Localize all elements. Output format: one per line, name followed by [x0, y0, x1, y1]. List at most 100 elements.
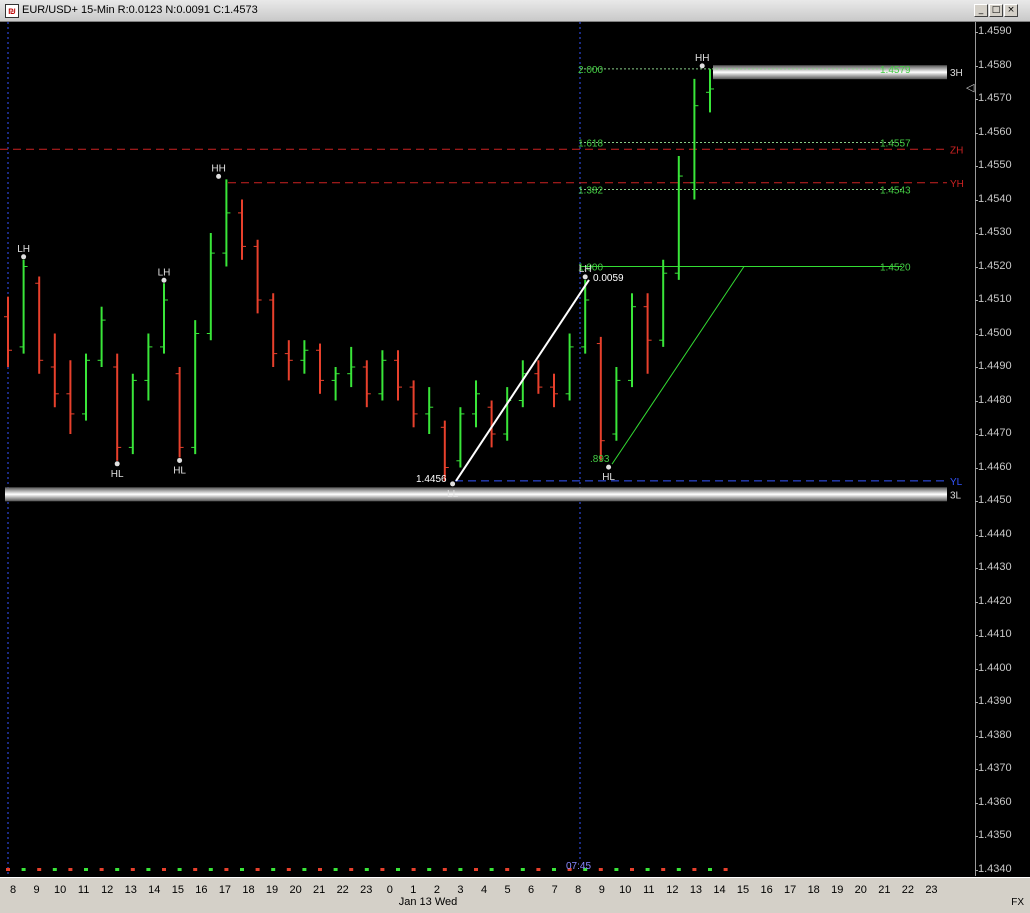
price-tick-mark — [975, 166, 978, 167]
level-yh-label: YH — [950, 179, 964, 190]
price-bar — [409, 380, 418, 428]
price-axis[interactable] — [975, 22, 1030, 876]
price-bar — [690, 78, 699, 200]
price-tick-label: 1.4360 — [978, 795, 1012, 808]
swing-point-dot — [699, 63, 705, 69]
price-tick-label: 1.4370 — [978, 762, 1012, 774]
price-tick-mark — [975, 802, 978, 804]
volume-tick — [536, 868, 541, 871]
price-tick-mark — [975, 534, 978, 536]
price-bar — [347, 346, 356, 388]
level-3l-band — [5, 487, 947, 502]
price-tick-mark — [975, 367, 978, 368]
price-bar — [659, 259, 668, 347]
price-tick-mark — [975, 65, 978, 67]
time-tick-label: 8 — [9, 884, 17, 896]
swing-point-dot — [606, 464, 612, 470]
price-bar — [456, 407, 465, 468]
time-tick-label: 21 — [313, 884, 326, 896]
time-tick-label: 5 — [504, 884, 511, 896]
date-label: Jan 13 Wed — [398, 896, 458, 908]
price-tick-mark — [975, 467, 978, 469]
price-tick-label: 1.4470 — [978, 427, 1012, 439]
price-bar — [222, 179, 231, 267]
price-tick-mark — [975, 568, 978, 569]
time-tick-label: 13 — [124, 884, 137, 896]
price-bar — [674, 155, 683, 280]
close-button[interactable]: × — [1004, 4, 1018, 17]
swing-label-hh: HH — [211, 163, 225, 174]
price-tick-label: 1.4380 — [978, 728, 1012, 741]
volume-tick — [692, 868, 697, 871]
price-bar — [300, 340, 309, 374]
time-tick-label: 3 — [457, 884, 464, 896]
price-bar — [269, 293, 278, 367]
price-tick-mark — [975, 266, 978, 268]
time-tick-label: 11 — [77, 884, 90, 896]
price-tick-mark — [975, 199, 978, 201]
time-axis[interactable]: 8 9 10 11 12 13 14 15 16 17 18 19 20 21 22 23 0 1 2 3 4 5 6 7 8 9… — [0, 877, 1030, 913]
volume-tick — [6, 868, 10, 871]
volume-tick — [208, 868, 213, 871]
volume-tick — [630, 868, 634, 871]
price-tick-mark — [975, 400, 978, 402]
price-tick-mark — [975, 769, 978, 770]
restore-button[interactable]: □ — [989, 4, 1003, 17]
volume-tick — [240, 868, 244, 871]
price-bar — [628, 293, 636, 388]
price-bar — [331, 367, 340, 401]
time-tick-label: 20 — [289, 884, 302, 896]
price-bar — [425, 387, 434, 434]
price-bar — [284, 340, 293, 381]
volume-tick — [380, 868, 385, 871]
time-tick-label: 22 — [901, 884, 915, 896]
volume-tick — [520, 868, 525, 871]
time-tick-label: 9 — [33, 884, 40, 896]
volume-tick — [193, 868, 198, 871]
price-tick-mark — [975, 635, 978, 636]
level-yl-label: YL — [950, 477, 963, 488]
volume-tick — [255, 868, 260, 871]
price-tick-mark — [975, 735, 978, 737]
time-tick-label: 17 — [784, 884, 797, 896]
window-titlebar[interactable]: ₪ EUR/USD+ 15-Min R:0.0123 N:0.0091 C:1.… — [0, 0, 1030, 22]
time-tick-label: 23 — [925, 884, 938, 896]
price-tick-mark — [975, 132, 978, 134]
swing-point-dot — [161, 277, 167, 283]
price-bar — [550, 373, 558, 408]
volume-tick — [505, 868, 510, 871]
chart-window-icon: ₪ — [5, 4, 19, 18]
price-chart[interactable]: 3H ZH YH YL 3L 2.000 1.4579 1.618 1.4557 1.382 1.… — [0, 22, 975, 877]
swing-point-dot — [450, 481, 456, 487]
volume-tick — [614, 868, 619, 871]
fib-price-label: 1.4557 — [880, 139, 911, 150]
price-bar — [378, 350, 387, 401]
price-bar — [253, 239, 262, 314]
volume-tick — [676, 868, 681, 871]
level-3h-band — [713, 65, 947, 80]
volume-tick — [349, 868, 354, 871]
swing-label-hl: HL — [173, 465, 186, 476]
price-bar — [362, 360, 371, 408]
price-bar — [191, 320, 200, 455]
swing-label-hl: HL — [602, 472, 615, 483]
low-price-label: 1.4456 — [416, 473, 447, 485]
swing-label-lh: LH — [17, 244, 30, 255]
price-bar — [596, 336, 605, 461]
price-tick-label: 1.4430 — [978, 561, 1012, 573]
price-bar — [440, 420, 449, 481]
price-tick-mark — [975, 601, 978, 603]
time-tick-label: 12 — [101, 884, 114, 896]
time-tick-label: 18 — [242, 884, 255, 896]
fib-ratio-label: 1.382 — [578, 185, 603, 196]
price-tick-label: 1.4590 — [978, 25, 1012, 37]
volume-tick — [708, 868, 712, 871]
minimize-button[interactable]: _ — [974, 4, 988, 17]
volume-tick — [661, 868, 666, 871]
price-tick-mark — [975, 32, 978, 33]
volume-tick — [474, 868, 478, 871]
price-tick-mark — [975, 300, 978, 301]
time-tick-label: 9 — [598, 884, 605, 896]
price-tick-label: 1.4340 — [978, 862, 1012, 875]
time-tick-label: 7 — [551, 884, 558, 896]
